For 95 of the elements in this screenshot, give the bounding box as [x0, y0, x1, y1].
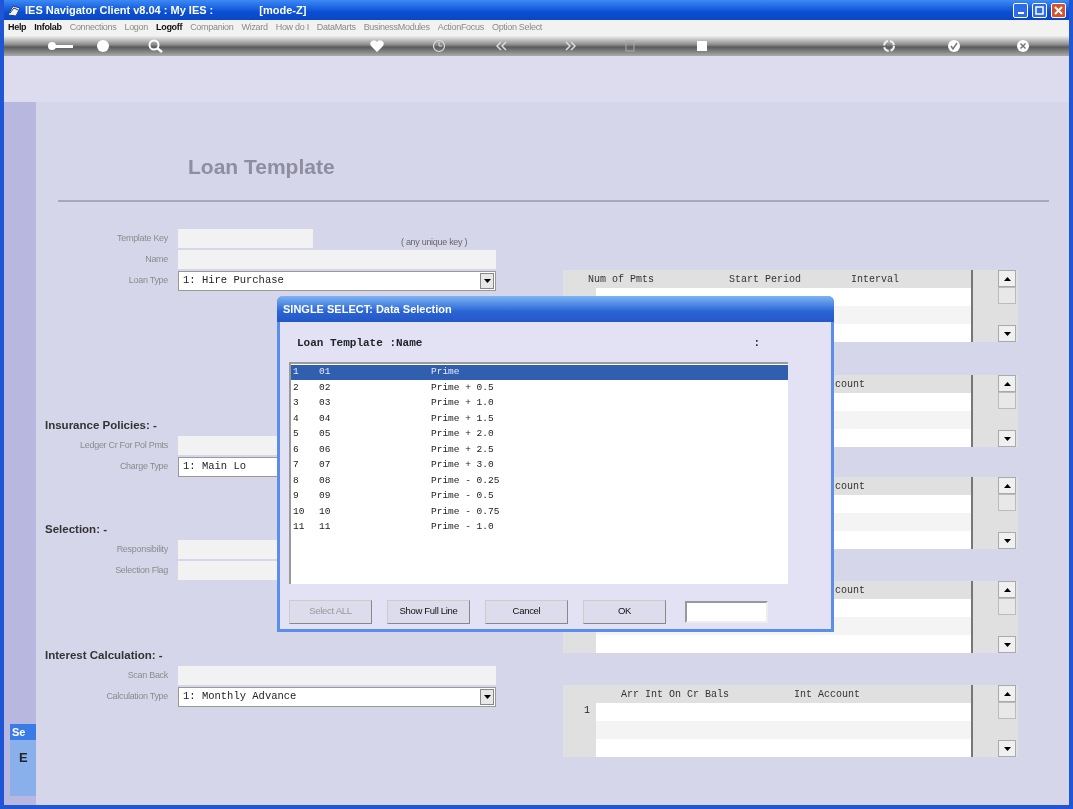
list-row[interactable]: 8 08 Prime - 0.25 [291, 473, 788, 489]
down-arrow-icon [1003, 746, 1011, 751]
close-icon [1054, 5, 1063, 15]
list-row[interactable]: 6 06 Prime + 2.5 [291, 442, 788, 458]
menu-item[interactable]: Infolab [34, 21, 62, 35]
list-row[interactable]: 4 04 Prime + 1.5 [291, 411, 788, 427]
list-row[interactable]: 5 05 Prime + 2.0 [291, 426, 788, 442]
scroll-up-button[interactable] [998, 581, 1016, 598]
scroll-down-button[interactable] [998, 532, 1016, 549]
square-icon[interactable] [696, 39, 708, 53]
scroll-up-button[interactable] [998, 477, 1016, 494]
row-number: 1 [583, 704, 590, 718]
column-header: count [835, 377, 865, 392]
down-arrow-icon [1003, 538, 1011, 543]
field-label: Responsibility [115, 542, 169, 556]
down-arrow-icon [1003, 331, 1011, 336]
page-title: Loan Template [188, 154, 336, 180]
maximize-button[interactable] [1032, 2, 1047, 18]
scroll-up-button[interactable] [998, 685, 1016, 702]
scroll-down-button[interactable] [998, 636, 1016, 653]
scroll-thumb[interactable] [998, 494, 1016, 511]
list-row[interactable]: 11 11 Prime - 1.0 [291, 519, 788, 535]
scroll-up-button[interactable] [998, 270, 1016, 287]
input-field[interactable] [178, 250, 496, 269]
list-row[interactable]: 3 03 Prime + 1.0 [291, 395, 788, 411]
scroll-thumb[interactable] [998, 702, 1016, 719]
close-icon[interactable] [1016, 39, 1030, 53]
window-title: IES Navigator Client v8.04 : My IES : [25, 2, 214, 18]
close-button[interactable] [1051, 2, 1066, 18]
scroll-thumb[interactable] [998, 392, 1016, 409]
column-header: Int Account [794, 687, 861, 702]
section-heading: Selection: - [45, 522, 107, 537]
panel-letter: E [19, 749, 29, 767]
menu-item[interactable]: Help [8, 21, 27, 35]
up-arrow-icon [1003, 587, 1011, 592]
maximize-icon [1035, 5, 1044, 15]
field-label: Ledger Cr For Pol Pmts [79, 438, 169, 452]
dropdown-arrow-icon [483, 278, 491, 283]
input-field[interactable] [178, 666, 496, 685]
minimize-button[interactable] [1013, 2, 1028, 18]
dialog-button[interactable]: OK [583, 599, 666, 624]
up-arrow-icon [1003, 691, 1011, 696]
field-label: Charge Type [118, 459, 169, 473]
list-row[interactable]: 2 02 Prime + 0.5 [291, 380, 788, 396]
dialog-title: SINGLE SELECT: Data Selection [277, 296, 834, 322]
section-heading: Insurance Policies: - [45, 418, 157, 433]
clock-icon[interactable] [432, 39, 446, 53]
list-row[interactable]: 10 10 Prime - 0.75 [291, 504, 788, 520]
heading-mark: : [753, 336, 760, 351]
down-arrow-icon [1003, 642, 1011, 647]
double-left-icon[interactable] [494, 39, 508, 53]
column-header: Num of Pmts [588, 272, 654, 287]
list-row[interactable]: 1 01 Prime [291, 364, 788, 380]
up-arrow-icon [1003, 483, 1011, 488]
dialog-button[interactable]: Cancel [485, 599, 568, 624]
list-heading: Loan Template :Name [297, 336, 423, 351]
column-header: Arr Int On Cr Bals [621, 687, 730, 702]
minimize-icon [1017, 12, 1024, 14]
menu-item[interactable]: Logoff [156, 21, 183, 35]
column-header: count [835, 583, 865, 598]
app-icon [7, 3, 21, 17]
check-icon[interactable] [947, 39, 961, 53]
search-icon[interactable] [148, 39, 164, 53]
scroll-up-button[interactable] [998, 375, 1016, 392]
scroll-thumb[interactable] [998, 287, 1016, 304]
double-right-icon[interactable] [564, 39, 578, 53]
field-label: Selection Flag [114, 563, 169, 577]
field-label: Template Key [116, 231, 169, 245]
down-arrow-icon [1003, 436, 1011, 441]
mode-label: [mode-Z] [259, 2, 307, 18]
field-label: Loan Type [127, 273, 169, 287]
column-header: Interval [851, 272, 900, 287]
dropdown-arrow-icon [483, 694, 491, 699]
up-arrow-icon [1003, 276, 1011, 281]
key-icon[interactable] [46, 39, 74, 53]
input-field[interactable] [685, 600, 768, 623]
up-arrow-icon [1003, 381, 1011, 386]
field-label: Scan Back [126, 668, 169, 682]
column-header: count [835, 479, 865, 494]
heart-icon[interactable] [369, 39, 385, 53]
dropdown[interactable]: 1: Monthly Advance [178, 686, 496, 707]
scroll-down-button[interactable] [998, 430, 1016, 447]
scroll-down-button[interactable] [998, 740, 1016, 757]
list-row[interactable]: 7 07 Prime + 3.0 [291, 457, 788, 473]
field-label: Name [144, 252, 169, 266]
scroll-down-button[interactable] [998, 325, 1016, 342]
input-field[interactable] [178, 229, 313, 248]
dialog-button[interactable]: Show Full Line [387, 599, 470, 624]
dropdown[interactable]: 1: Hire Purchase [178, 270, 496, 291]
hint-text: ( any unique key ) [401, 235, 468, 249]
list-row[interactable]: 9 09 Prime - 0.5 [291, 488, 788, 504]
column-header: Start Period [729, 272, 802, 287]
field-label: Calculation Type [105, 689, 169, 703]
scroll-thumb[interactable] [998, 598, 1016, 615]
section-heading: Interest Calculation: - [45, 648, 163, 663]
